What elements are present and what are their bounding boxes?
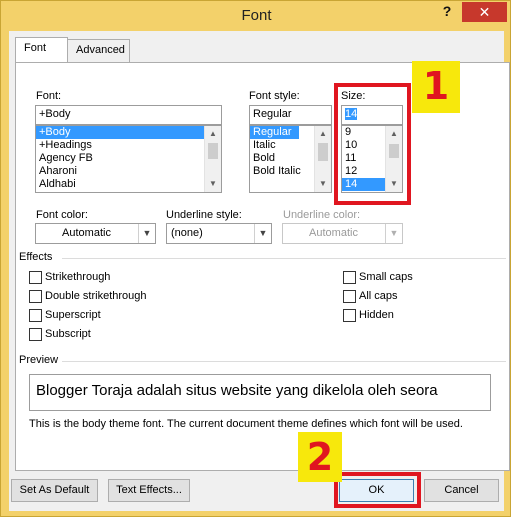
cancel-button[interactable]: Cancel	[424, 479, 499, 502]
scroll-up-icon[interactable]: ▲	[315, 126, 331, 142]
dialog-title: Font	[241, 7, 272, 24]
close-icon: ✕	[478, 4, 491, 20]
font-dialog: Font ? ✕ Font Advanced Font: +Body +Body…	[0, 0, 511, 517]
callout-number-1: 1	[412, 61, 460, 113]
font-input[interactable]: +Body	[35, 105, 222, 125]
chevron-down-icon: ▼	[385, 224, 402, 243]
font-style-input[interactable]: Regular	[249, 105, 332, 125]
all-caps-label: All caps	[359, 290, 398, 302]
all-caps-checkbox[interactable]	[343, 290, 356, 303]
scroll-thumb[interactable]	[318, 143, 328, 161]
font-tab-panel: Font: +Body +Body +Headings Agency FB Ah…	[15, 62, 510, 471]
preview-divider	[62, 361, 506, 362]
subscript-checkbox[interactable]	[29, 328, 42, 341]
font-style-label: Font style:	[249, 90, 300, 102]
callout-box-ok	[334, 472, 421, 508]
list-item[interactable]: Agency FB	[36, 152, 221, 165]
scroll-down-icon[interactable]: ▼	[205, 176, 221, 192]
underline-style-label: Underline style:	[166, 209, 242, 221]
hidden-checkbox[interactable]	[343, 309, 356, 322]
underline-style-value: (none)	[171, 227, 203, 239]
tab-font[interactable]: Font	[15, 37, 68, 62]
double-strikethrough-label: Double strikethrough	[45, 290, 147, 302]
chevron-down-icon[interactable]: ▼	[138, 224, 155, 243]
title-bar: Font ? ✕	[1, 1, 511, 31]
font-color-label: Font color:	[36, 209, 88, 221]
tab-advanced-label: Advanced	[76, 44, 125, 56]
font-list-scrollbar[interactable]: ▲ ▼	[204, 126, 221, 192]
double-strikethrough-checkbox[interactable]	[29, 290, 42, 303]
font-style-list[interactable]: Regular Italic Bold Bold Italic ▲ ▼	[249, 125, 332, 193]
scroll-down-icon[interactable]: ▼	[315, 176, 331, 192]
effects-heading: Effects	[19, 251, 53, 263]
preview-box: Blogger Toraja adalah situs website yang…	[29, 374, 491, 411]
list-item[interactable]: +Body	[36, 126, 221, 139]
set-as-default-button[interactable]: Set As Default	[11, 479, 98, 502]
subscript-label: Subscript	[45, 328, 91, 340]
strikethrough-label: Strikethrough	[45, 271, 111, 283]
font-style-list-scrollbar[interactable]: ▲ ▼	[314, 126, 331, 192]
small-caps-checkbox[interactable]	[343, 271, 356, 284]
underline-color-value: Automatic	[309, 227, 358, 239]
underline-color-dropdown: Automatic ▼	[282, 223, 403, 244]
list-item[interactable]: Aldhabi	[36, 178, 221, 191]
close-button[interactable]: ✕	[462, 2, 507, 22]
superscript-label: Superscript	[45, 309, 101, 321]
scroll-up-icon[interactable]: ▲	[205, 126, 221, 142]
font-list[interactable]: +Body +Headings Agency FB Aharoni Aldhab…	[35, 125, 222, 193]
small-caps-label: Small caps	[359, 271, 413, 283]
underline-style-dropdown[interactable]: (none) ▼	[166, 223, 272, 244]
callout-box-size	[334, 83, 411, 205]
superscript-checkbox[interactable]	[29, 309, 42, 322]
font-label: Font:	[36, 90, 62, 102]
help-button[interactable]: ?	[437, 3, 457, 23]
list-item[interactable]: +Headings	[36, 139, 221, 152]
underline-color-label: Underline color:	[283, 209, 361, 221]
effects-divider	[62, 258, 506, 259]
preview-note: This is the body theme font. The current…	[29, 418, 463, 430]
text-effects-button[interactable]: Text Effects...	[108, 479, 190, 502]
preview-heading: Preview	[19, 354, 59, 366]
hidden-label: Hidden	[359, 309, 394, 321]
tab-font-label: Font	[24, 42, 47, 54]
font-color-dropdown[interactable]: Automatic ▼	[35, 223, 156, 244]
callout-number-2: 2	[298, 432, 342, 482]
list-item[interactable]: Aharoni	[36, 165, 221, 178]
list-item[interactable]: Regular	[250, 126, 299, 139]
font-color-value: Automatic	[62, 227, 111, 239]
tab-advanced[interactable]: Advanced	[67, 39, 130, 62]
strikethrough-checkbox[interactable]	[29, 271, 42, 284]
chevron-down-icon[interactable]: ▼	[254, 224, 271, 243]
scroll-thumb[interactable]	[208, 143, 218, 159]
